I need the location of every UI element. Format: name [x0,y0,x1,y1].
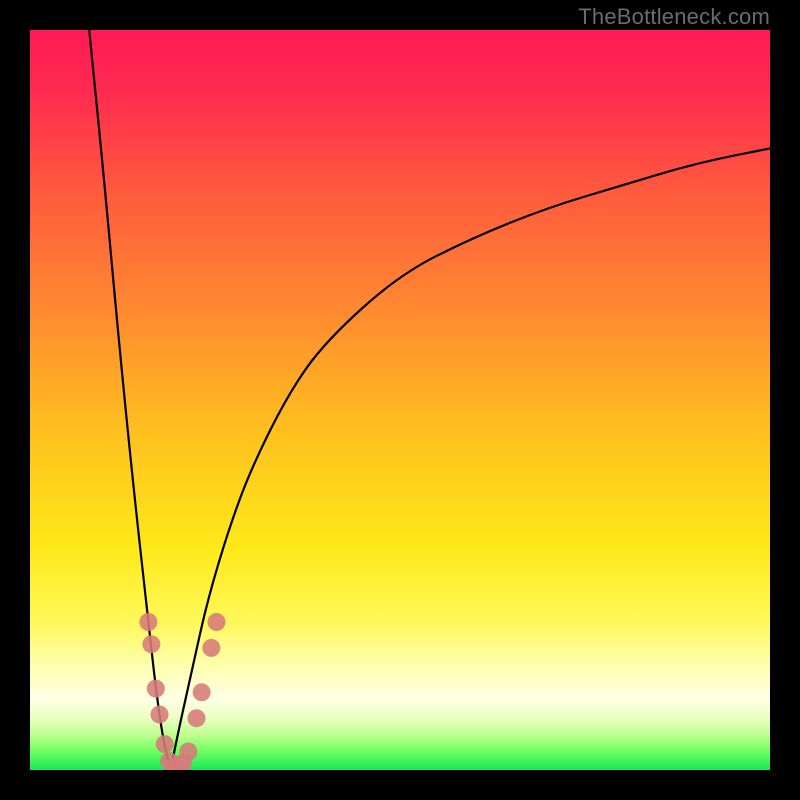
marker-dot [147,680,165,698]
marker-dot [156,735,174,753]
curve-left-branch [89,30,170,770]
marker-dot [193,683,211,701]
highlight-markers [139,613,225,770]
marker-dot [179,743,197,761]
chart-frame: TheBottleneck.com [0,0,800,800]
curve-right-branch [171,148,770,770]
marker-dot [188,709,206,727]
marker-dot [139,613,157,631]
marker-dot [207,613,225,631]
plot-area [30,30,770,770]
curve-layer [30,30,770,770]
watermark-text: TheBottleneck.com [578,4,770,30]
marker-dot [202,639,220,657]
marker-dot [151,706,169,724]
marker-dot [142,635,160,653]
